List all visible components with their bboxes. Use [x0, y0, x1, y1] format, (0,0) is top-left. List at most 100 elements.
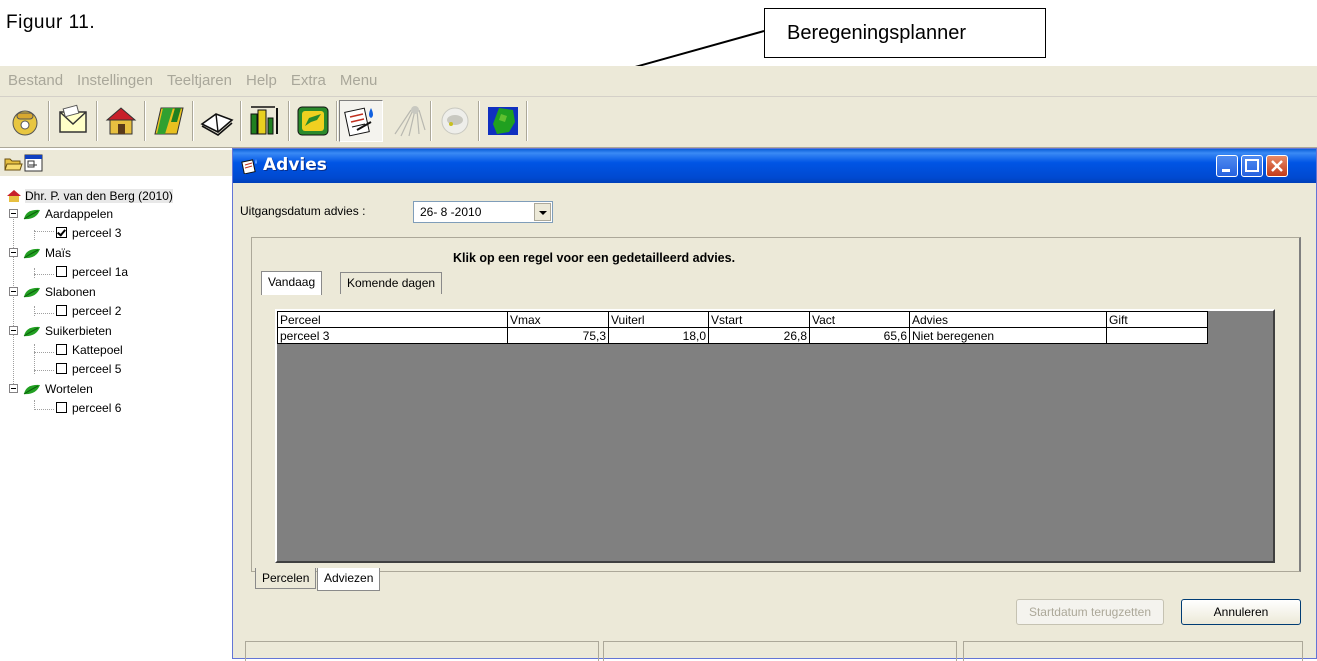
checkbox[interactable]	[56, 363, 67, 374]
cell-gift	[1106, 327, 1208, 344]
column-header-vact[interactable]: Vact	[809, 311, 910, 328]
tab-vandaag[interactable]: Vandaag	[261, 271, 323, 295]
column-header-perceel[interactable]: Perceel	[277, 311, 508, 328]
advice-table: Perceel Vmax Vuiterl Vstart Vact Advies …	[277, 311, 1208, 344]
cell-vmax: 75,3	[507, 327, 609, 344]
window-title-bar[interactable]: Advies	[233, 149, 1316, 183]
menu-menu[interactable]: Menu	[333, 66, 385, 96]
leaf-icon	[23, 248, 40, 258]
tree-crop-label: Slabonen	[45, 284, 96, 299]
mail-icon[interactable]	[51, 100, 95, 142]
tree-field-kattepoel[interactable]: Kattepoel	[56, 341, 123, 358]
close-icon	[1271, 160, 1283, 172]
menu-teeltjaren[interactable]: Teeltjaren	[160, 66, 239, 96]
leaf-icon	[23, 384, 40, 394]
chevron-down-icon[interactable]	[534, 203, 551, 221]
column-header-vstart[interactable]: Vstart	[708, 311, 810, 328]
tree-field-label: perceel 5	[72, 361, 122, 376]
menu-help[interactable]: Help	[239, 66, 284, 96]
weather-icon[interactable]	[433, 100, 477, 142]
farm-icon	[7, 189, 21, 202]
tree-field-perceel-6[interactable]: perceel 6	[56, 399, 121, 416]
instruction-text: Klik op een regel voor een gedetailleerd…	[453, 251, 736, 265]
properties-icon[interactable]	[23, 153, 45, 173]
checkbox[interactable]	[56, 305, 67, 316]
book-icon[interactable]	[195, 100, 239, 142]
farm-icon[interactable]	[99, 100, 143, 142]
status-pane	[245, 641, 599, 661]
cell-perceel: perceel 3	[277, 327, 508, 344]
column-header-vuiterl[interactable]: Vuiterl	[608, 311, 709, 328]
date-dropdown[interactable]: 26- 8 -2010	[413, 201, 553, 223]
checkbox[interactable]	[56, 227, 67, 238]
irrigation-planner-icon[interactable]	[339, 100, 383, 142]
status-pane	[603, 641, 957, 661]
minimize-icon	[1222, 169, 1230, 172]
reset-startdate-button[interactable]: Startdatum terugzetten	[1016, 599, 1164, 625]
tree-crop-label: Maïs	[45, 245, 72, 260]
tree-crop-slabonen[interactable]: Slabonen	[9, 283, 96, 300]
john-deere-icon[interactable]	[291, 100, 335, 142]
tree-field-perceel-1a[interactable]: perceel 1a	[56, 263, 128, 280]
maximize-icon	[1245, 159, 1259, 172]
collapse-icon[interactable]	[9, 287, 18, 296]
tree-crop-mais[interactable]: Maïs	[9, 244, 71, 261]
close-button[interactable]	[1266, 155, 1288, 177]
phone-icon[interactable]	[3, 100, 47, 142]
checkbox[interactable]	[56, 266, 67, 277]
field-icon[interactable]	[147, 100, 191, 142]
tab-adviezen[interactable]: Adviezen	[317, 568, 381, 591]
map-icon[interactable]	[481, 100, 525, 142]
tree-toolbar	[0, 150, 232, 176]
tree-field-perceel-2[interactable]: perceel 2	[56, 302, 121, 319]
leaf-icon	[23, 287, 40, 297]
tree-root[interactable]: Dhr. P. van den Berg (2010)	[6, 187, 173, 204]
menu-bestand[interactable]: Bestand	[0, 66, 70, 96]
checkbox[interactable]	[56, 402, 67, 413]
callout-label: Beregeningsplanner	[764, 8, 1046, 58]
tab-komende-dagen[interactable]: Komende dagen	[340, 272, 443, 294]
tab-percelen[interactable]: Percelen	[255, 568, 317, 589]
collapse-icon[interactable]	[9, 384, 18, 393]
column-header-advies[interactable]: Advies	[909, 311, 1107, 328]
column-header-vmax[interactable]: Vmax	[507, 311, 609, 328]
leaf-icon	[23, 209, 40, 219]
tree-field-perceel-5[interactable]: perceel 5	[56, 360, 121, 377]
chart-icon[interactable]	[243, 100, 287, 142]
tree-crop-label: Aardappelen	[45, 206, 114, 221]
tree-crop-suikerbieten[interactable]: Suikerbieten	[9, 322, 112, 339]
tree-crop-wortelen[interactable]: Wortelen	[9, 380, 93, 397]
tree-field-perceel-3[interactable]: perceel 3	[56, 224, 121, 241]
minimize-button[interactable]	[1216, 155, 1238, 177]
tree-field-label: Kattepoel	[72, 342, 123, 357]
figure-caption: Figuur 11.	[6, 12, 96, 33]
toolbar	[0, 97, 1317, 148]
column-header-gift[interactable]: Gift	[1106, 311, 1208, 328]
window-title: Advies	[263, 155, 327, 175]
table-row[interactable]: perceel 3 75,3 18,0 26,8 65,6 Niet bereg…	[277, 327, 1208, 344]
menu-bar: Bestand Instellingen Teeltjaren Help Extra Me…	[0, 66, 1317, 97]
maximize-button[interactable]	[1241, 155, 1263, 177]
checkbox[interactable]	[56, 344, 67, 355]
tree-field-label: perceel 2	[72, 303, 122, 318]
tree-crop-aardappelen[interactable]: Aardappelen	[9, 205, 113, 222]
cell-vact: 65,6	[809, 327, 910, 344]
leaf-icon	[23, 326, 40, 336]
advies-window: Advies Uitgangsdatum advies : 26- 8 -201…	[232, 148, 1317, 661]
tree-field-label: perceel 6	[72, 400, 122, 415]
cancel-button[interactable]: Annuleren	[1181, 599, 1301, 625]
tree-crop-label: Wortelen	[45, 381, 93, 396]
sprinkler-icon[interactable]	[385, 100, 429, 142]
open-folder-icon[interactable]	[3, 154, 23, 172]
collapse-icon[interactable]	[9, 248, 18, 257]
date-value: 26- 8 -2010	[420, 205, 482, 219]
field-tree-panel: Dhr. P. van den Berg (2010) Aardappelen …	[0, 148, 232, 659]
collapse-icon[interactable]	[9, 209, 18, 218]
menu-extra[interactable]: Extra	[284, 66, 333, 96]
collapse-icon[interactable]	[9, 326, 18, 335]
tree-root-label: Dhr. P. van den Berg (2010)	[25, 188, 173, 203]
date-label: Uitgangsdatum advies :	[240, 204, 366, 218]
tree-field-label: perceel 3	[72, 225, 122, 240]
menu-instellingen[interactable]: Instellingen	[70, 66, 160, 96]
cell-vuiterl: 18,0	[608, 327, 709, 344]
